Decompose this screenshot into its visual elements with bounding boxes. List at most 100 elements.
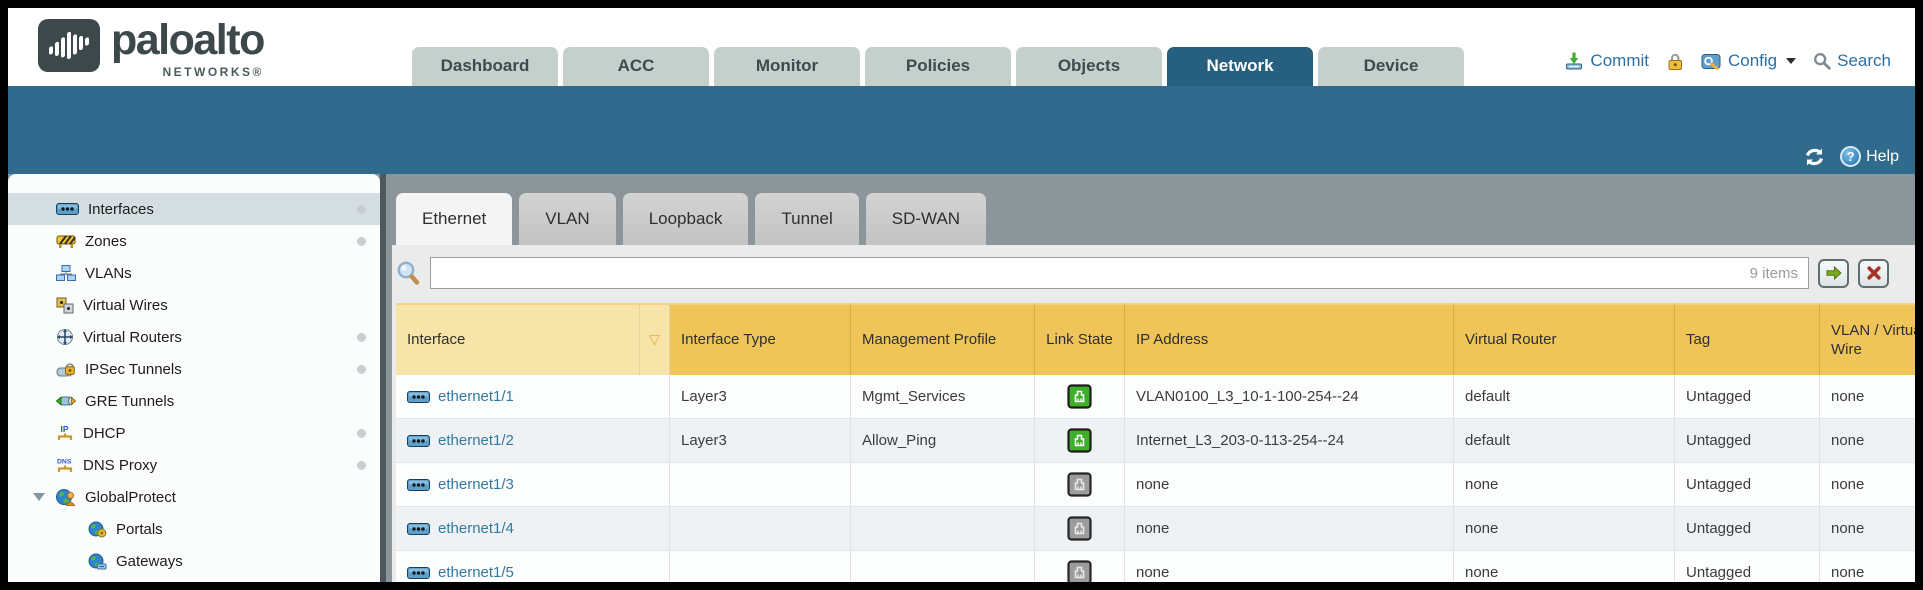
commit-button[interactable]: Commit: [1564, 51, 1649, 71]
tab-dashboard[interactable]: Dashboard: [412, 47, 558, 86]
help-button[interactable]: Help: [1840, 146, 1899, 167]
sidebar-item-portals[interactable]: Portals: [8, 513, 380, 545]
search-button[interactable]: Search: [1813, 51, 1891, 71]
column-header-tag[interactable]: Tag: [1675, 303, 1820, 375]
clear-filter-button[interactable]: [1858, 259, 1889, 288]
column-header-interface[interactable]: Interface: [396, 303, 640, 375]
cell-virtual-router: none: [1454, 507, 1675, 551]
sidebar-item-zones[interactable]: Zones: [8, 225, 380, 257]
sidebar-item-dns-proxy[interactable]: DNSDNS Proxy: [8, 449, 380, 481]
cell-interface-type: Layer3: [670, 375, 851, 419]
cell-interface: ethernet1/1: [396, 375, 670, 419]
cell-interface: ethernet1/2: [396, 419, 670, 463]
interface-link[interactable]: ethernet1/5: [407, 564, 514, 581]
gateways-icon: [88, 553, 107, 570]
cell-vlan-virtual-wire: none: [1820, 463, 1915, 507]
table-row: ethernet1/3nonenoneUntaggednone: [396, 463, 1915, 507]
cell-link-state: [1035, 507, 1125, 551]
expander-down-icon[interactable]: [33, 493, 45, 501]
interface-link[interactable]: ethernet1/3: [407, 476, 514, 493]
column-header-management-profile[interactable]: Management Profile: [851, 303, 1035, 375]
lock-icon[interactable]: [1666, 52, 1684, 71]
svg-text:IP: IP: [61, 424, 69, 434]
filter-input-box: 9 items: [430, 257, 1809, 289]
main-nav: DashboardACCMonitorPoliciesObjectsNetwor…: [412, 47, 1464, 86]
tab-device[interactable]: Device: [1318, 47, 1464, 86]
sidebar-item-globalprotect[interactable]: GlobalProtect: [8, 481, 380, 513]
apply-filter-button[interactable]: [1818, 259, 1849, 288]
subtab-vlan[interactable]: VLAN: [519, 193, 615, 245]
column-header-interface-type[interactable]: Interface Type: [670, 303, 851, 375]
cell-ip-address: none: [1125, 507, 1454, 551]
cell-management-profile: Allow_Ping: [851, 419, 1035, 463]
sort-dropdown-button[interactable]: [640, 303, 670, 375]
teal-banner: Help: [8, 86, 1915, 174]
sidebar-item-ipsec-tunnels[interactable]: IPSec Tunnels: [8, 353, 380, 385]
subtab-ethernet[interactable]: Ethernet: [396, 193, 512, 245]
cell-interface: ethernet1/5: [396, 551, 670, 582]
item-dot: [357, 205, 366, 214]
virtual-routers-icon: [56, 328, 74, 346]
sidebar-item-gateways[interactable]: Gateways: [8, 545, 380, 577]
cell-interface-type: [670, 463, 851, 507]
column-header-ip-address[interactable]: IP Address: [1125, 303, 1454, 375]
logo-waves-icon: [49, 27, 89, 64]
interface-link[interactable]: ethernet1/2: [407, 432, 514, 449]
table-body: ethernet1/1Layer3Mgmt_ServicesVLAN0100_L…: [396, 375, 1915, 582]
cell-ip-address: VLAN0100_L3_10-1-100-254--24: [1125, 375, 1454, 419]
portals-icon: [88, 521, 107, 538]
cell-ip-address: none: [1125, 551, 1454, 582]
cell-vlan-virtual-wire: none: [1820, 419, 1915, 463]
main-content: EthernetVLANLoopbackTunnelSD-WAN 9 items: [386, 174, 1915, 582]
ethernet-port-icon: [407, 391, 430, 403]
sidebar-item-gre-tunnels[interactable]: GRE Tunnels: [8, 385, 380, 417]
subtab-sd-wan[interactable]: SD-WAN: [866, 193, 986, 245]
cell-tag: Untagged: [1675, 507, 1820, 551]
svg-text:DNS: DNS: [57, 459, 72, 466]
sidebar-item-virtual-wires[interactable]: Virtual Wires: [8, 289, 380, 321]
cell-tag: Untagged: [1675, 551, 1820, 582]
sidebar-item-virtual-routers[interactable]: Virtual Routers: [8, 321, 380, 353]
link-down-icon: [1067, 560, 1092, 582]
subtab-loopback[interactable]: Loopback: [623, 193, 749, 245]
cell-virtual-router: default: [1454, 419, 1675, 463]
refresh-icon[interactable]: [1803, 147, 1826, 167]
tab-objects[interactable]: Objects: [1016, 47, 1162, 86]
filter-input[interactable]: [441, 264, 1750, 283]
interface-link[interactable]: ethernet1/4: [407, 520, 514, 537]
sidebar-item-dhcp[interactable]: IPDHCP: [8, 417, 380, 449]
item-dot: [357, 333, 366, 342]
sidebar-item-vlans[interactable]: VLANs: [8, 257, 380, 289]
table-header: Interface Interface TypeManagement Profil…: [396, 303, 1915, 375]
gre-tunnels-icon: [56, 394, 76, 408]
sidebar-item-label: GlobalProtect: [85, 489, 176, 506]
subtabs: EthernetVLANLoopbackTunnelSD-WAN: [396, 193, 1915, 245]
commit-icon: [1564, 51, 1584, 71]
sidebar-item-interfaces[interactable]: Interfaces: [8, 193, 380, 225]
items-count: 9 items: [1750, 265, 1798, 282]
cell-management-profile: [851, 507, 1035, 551]
item-dot: [357, 429, 366, 438]
column-header-vlan-virtual-wire[interactable]: VLAN / Virtual Wire: [1820, 303, 1915, 375]
interface-link[interactable]: ethernet1/1: [407, 388, 514, 405]
link-down-icon: [1067, 516, 1092, 541]
config-label: Config: [1728, 51, 1777, 71]
cell-vlan-virtual-wire: none: [1820, 375, 1915, 419]
tab-acc[interactable]: ACC: [563, 47, 709, 86]
cell-ip-address: none: [1125, 463, 1454, 507]
config-button[interactable]: Config: [1701, 51, 1796, 71]
help-icon: [1840, 146, 1861, 167]
subtab-tunnel[interactable]: Tunnel: [755, 193, 858, 245]
tab-network[interactable]: Network: [1167, 47, 1313, 86]
dns-proxy-icon: DNS: [56, 456, 74, 474]
tab-policies[interactable]: Policies: [865, 47, 1011, 86]
top-header: paloalto NETWORKS® DashboardACCMonitorPo…: [8, 8, 1915, 86]
sidebar-item-label: Interfaces: [88, 201, 154, 218]
ipsec-tunnels-icon: [56, 361, 76, 378]
column-header-virtual-router[interactable]: Virtual Router: [1454, 303, 1675, 375]
item-dot: [357, 237, 366, 246]
commit-label: Commit: [1590, 51, 1649, 71]
tab-monitor[interactable]: Monitor: [714, 47, 860, 86]
column-header-link-state[interactable]: Link State: [1035, 303, 1125, 375]
link-down-icon: [1067, 472, 1092, 497]
